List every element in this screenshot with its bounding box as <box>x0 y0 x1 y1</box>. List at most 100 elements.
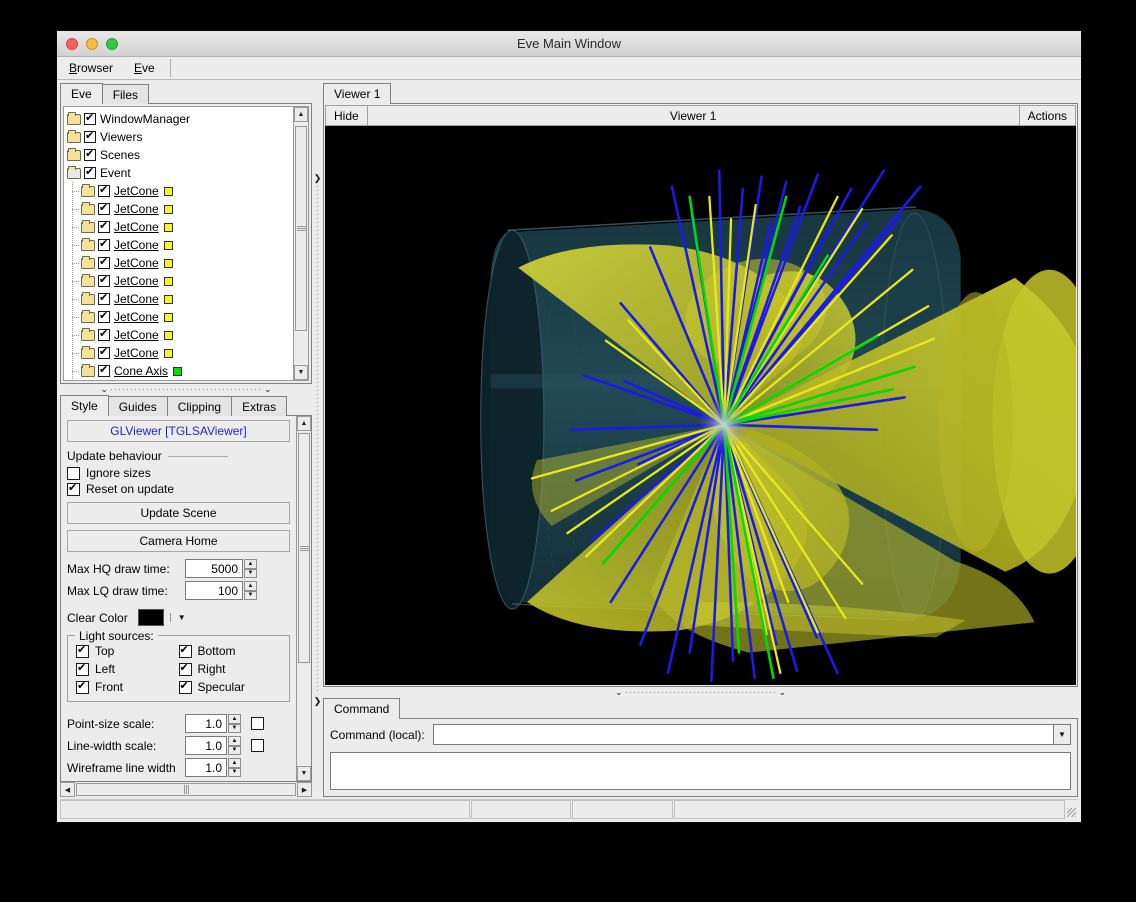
tree-item-color-swatch[interactable] <box>164 259 173 268</box>
checkbox-light-bottom[interactable]: Bottom <box>179 644 282 658</box>
checkbox-light-top[interactable]: Top <box>76 644 179 658</box>
tree-item-color-swatch[interactable] <box>164 331 173 340</box>
checkbox-light-specular[interactable]: Specular <box>179 680 282 694</box>
point-size-scale-checkbox-icon[interactable] <box>251 717 264 730</box>
line-width-scale-stepper[interactable]: ▲ ▼ <box>228 736 241 755</box>
folder-closed-icon[interactable] <box>81 348 95 359</box>
wireframe-line-width-stepper[interactable]: ▲ ▼ <box>228 758 241 777</box>
checkbox-ignore-sizes[interactable]: Ignore sizes <box>67 466 290 480</box>
light-right-checkbox-icon[interactable] <box>179 663 192 676</box>
tree-item[interactable]: JetCone <box>67 236 293 254</box>
stepper-down-icon[interactable]: ▼ <box>244 591 257 601</box>
folder-closed-icon[interactable] <box>81 204 95 215</box>
style-scroll-track[interactable] <box>297 431 311 766</box>
gl-viewer-header-button[interactable]: GLViewer [TGLSAViewer] <box>67 420 290 442</box>
tree-item-checkbox-icon[interactable] <box>98 311 110 323</box>
gl-viewport[interactable] <box>325 126 1076 685</box>
light-front-checkbox-icon[interactable] <box>76 681 89 694</box>
tab-clipping[interactable]: Clipping <box>167 396 232 416</box>
tree-item-color-swatch[interactable] <box>164 223 173 232</box>
tree-item-checkbox-icon[interactable] <box>98 257 110 269</box>
checkbox-light-right[interactable]: Right <box>179 662 282 676</box>
command-input[interactable] <box>434 725 1053 744</box>
tab-style[interactable]: Style <box>60 395 109 416</box>
folder-closed-icon[interactable] <box>67 150 81 161</box>
folder-closed-icon[interactable] <box>81 294 95 305</box>
wireframe-line-width-input[interactable]: 1.0 <box>185 758 227 777</box>
tree-item[interactable]: Event <box>67 164 293 182</box>
tab-command[interactable]: Command <box>323 698 400 719</box>
object-tree[interactable]: WindowManagerViewersScenesEventJetConeJe… <box>64 107 293 380</box>
tree-scroll-thumb[interactable] <box>295 126 307 331</box>
ignore-sizes-checkbox-icon[interactable] <box>67 467 80 480</box>
stepper-up-icon[interactable]: ▲ <box>228 736 241 746</box>
command-combobox[interactable]: ▼ <box>433 724 1071 745</box>
stepper-up-icon[interactable]: ▲ <box>228 758 241 768</box>
viewer-command-splitter[interactable]: ⌄ ⌄ <box>323 687 1078 698</box>
command-output-area[interactable] <box>330 752 1071 790</box>
tree-vertical-scrollbar[interactable]: ▲ ▼ <box>293 107 308 380</box>
tree-item[interactable]: JetCone <box>67 308 293 326</box>
tree-item-color-swatch[interactable] <box>164 313 173 322</box>
style-hscroll-thumb[interactable] <box>76 783 296 796</box>
close-button-icon[interactable] <box>66 38 78 50</box>
tree-item[interactable]: JetCone <box>67 344 293 362</box>
tree-item-checkbox-icon[interactable] <box>98 203 110 215</box>
tab-viewer-1[interactable]: Viewer 1 <box>323 83 391 104</box>
tab-eve[interactable]: Eve <box>60 83 103 104</box>
light-left-checkbox-icon[interactable] <box>76 663 89 676</box>
tree-item-color-swatch[interactable] <box>164 187 173 196</box>
max-hq-draw-time-stepper[interactable]: ▲ ▼ <box>244 559 257 578</box>
checkbox-light-left[interactable]: Left <box>76 662 179 676</box>
point-size-scale-stepper[interactable]: ▲ ▼ <box>228 714 241 733</box>
tab-files[interactable]: Files <box>102 84 149 104</box>
tree-item[interactable]: JetCone <box>67 326 293 344</box>
tree-item-checkbox-icon[interactable] <box>98 293 110 305</box>
stepper-down-icon[interactable]: ▼ <box>244 569 257 579</box>
tree-scroll-track[interactable] <box>294 122 308 365</box>
checkbox-reset-on-update[interactable]: Reset on update <box>67 482 290 496</box>
folder-closed-icon[interactable] <box>81 222 95 233</box>
tab-extras[interactable]: Extras <box>231 396 287 416</box>
tree-item-checkbox-icon[interactable] <box>98 365 110 377</box>
tree-item-checkbox-icon[interactable] <box>98 239 110 251</box>
tree-item-checkbox-icon[interactable] <box>98 185 110 197</box>
tree-item[interactable]: WindowManager <box>67 110 293 128</box>
scroll-up-icon[interactable]: ▲ <box>294 107 308 122</box>
max-lq-draw-time-stepper[interactable]: ▲ ▼ <box>244 581 257 600</box>
actions-button[interactable]: Actions <box>1019 105 1076 126</box>
scroll-left-icon[interactable]: ◀ <box>60 782 75 797</box>
tab-guides[interactable]: Guides <box>108 396 168 416</box>
tree-item[interactable]: JetCone <box>67 182 293 200</box>
tree-item[interactable]: Viewers <box>67 128 293 146</box>
tree-item[interactable]: JetCone <box>67 200 293 218</box>
light-top-checkbox-icon[interactable] <box>76 645 89 658</box>
minimize-button-icon[interactable] <box>86 38 98 50</box>
window-controls[interactable] <box>57 38 118 50</box>
folder-closed-icon[interactable] <box>81 276 95 287</box>
stepper-up-icon[interactable]: ▲ <box>228 714 241 724</box>
scroll-right-icon[interactable]: ▶ <box>297 782 312 797</box>
tree-item-color-swatch[interactable] <box>164 295 173 304</box>
folder-closed-icon[interactable] <box>67 132 81 143</box>
style-vertical-scrollbar[interactable]: ▲ ▼ <box>296 416 311 781</box>
stepper-up-icon[interactable]: ▲ <box>244 559 257 569</box>
menu-browser[interactable]: Browser <box>59 57 124 79</box>
max-lq-draw-time-input[interactable]: 100 <box>185 581 243 600</box>
style-hscroll-track[interactable] <box>75 782 297 797</box>
folder-open-icon[interactable] <box>67 168 81 179</box>
light-specular-checkbox-icon[interactable] <box>179 681 192 694</box>
tree-item-checkbox-icon[interactable] <box>98 347 110 359</box>
stepper-down-icon[interactable]: ▼ <box>228 724 241 734</box>
folder-closed-icon[interactable] <box>67 114 81 125</box>
checkbox-light-front[interactable]: Front <box>76 680 179 694</box>
light-bottom-checkbox-icon[interactable] <box>179 645 192 658</box>
tree-item-checkbox-icon[interactable] <box>98 221 110 233</box>
main-vertical-splitter[interactable]: ❯ ❯ <box>312 83 323 797</box>
folder-closed-icon[interactable] <box>81 240 95 251</box>
folder-closed-icon[interactable] <box>81 186 95 197</box>
style-scroll-thumb[interactable] <box>298 433 310 663</box>
stepper-up-icon[interactable]: ▲ <box>244 581 257 591</box>
resize-grip-icon[interactable] <box>1066 800 1078 819</box>
folder-closed-icon[interactable] <box>81 258 95 269</box>
